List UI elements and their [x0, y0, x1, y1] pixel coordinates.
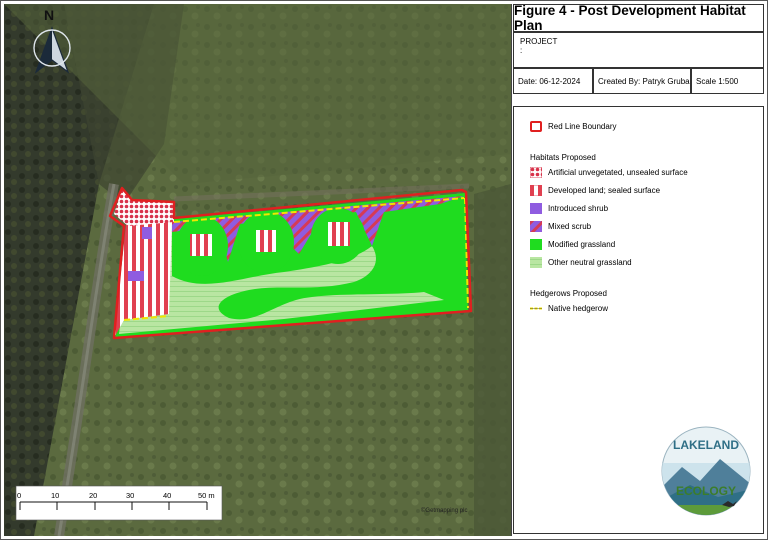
modified-grassland-swatch: [530, 239, 542, 250]
neutral-grassland-swatch: [530, 257, 542, 268]
legend-label: Modified grassland: [548, 240, 616, 249]
scale-tick-0: 0: [17, 491, 21, 500]
legend-item-mixed-scrub: Mixed scrub: [530, 221, 591, 232]
developed-swatch: [530, 185, 542, 196]
introduced-shrub-patch-1: [142, 227, 152, 239]
legend-item-boundary: Red Line Boundary: [530, 121, 617, 132]
created-by-field: Created By: Patryk Gruba: [593, 68, 691, 94]
introduced-shrub-swatch: [530, 203, 542, 214]
lakeland-ecology-logo: LAKELAND ECOLOGY: [661, 426, 751, 516]
map-view[interactable]: 0 10 20 30 40 50 m N ©Getmapping plc: [4, 4, 512, 536]
scale-tick-40: 40: [163, 491, 171, 500]
logo-bottom-text: ECOLOGY: [676, 484, 736, 498]
figure-frame: 0 10 20 30 40 50 m N ©Getmapping plc Fig…: [0, 0, 768, 540]
date-field: Date: 06-12-2024: [513, 68, 593, 94]
figure-title: Figure 4 - Post Development Habitat Plan: [513, 3, 764, 33]
boundary-swatch: [530, 121, 542, 132]
introduced-shrub-patch-2: [128, 271, 144, 281]
hedgerows-heading: Hedgerows Proposed: [530, 289, 607, 298]
project-value: :: [520, 46, 523, 55]
scale-tick-30: 30: [126, 491, 134, 500]
legend-item-artificial: Artificial unvegetated, unsealed surface: [530, 167, 688, 178]
north-label: N: [44, 7, 55, 23]
logo-top-text: LAKELAND: [673, 438, 739, 452]
scale-bar: 0 10 20 30 40 50 m: [15, 485, 223, 521]
scale-tick-10: 10: [51, 491, 59, 500]
legend-label: Native hedgerow: [548, 304, 609, 313]
legend-item-introduced-shrub: Introduced shrub: [530, 203, 608, 214]
legend-item-developed: Developed land; sealed surface: [530, 185, 660, 196]
project-label: PROJECT: [520, 37, 558, 46]
scale-field: Scale 1:500: [691, 68, 764, 94]
hedgerow-swatch: [530, 307, 542, 310]
legend-item-neutral-grassland: Other neutral grassland: [530, 257, 632, 268]
legend-item-modified-grassland: Modified grassland: [530, 239, 615, 250]
habitats-heading: Habitats Proposed: [530, 153, 596, 162]
legend-label: Red Line Boundary: [548, 122, 617, 131]
project-box: PROJECT :: [513, 32, 764, 68]
scale-tick-50: 50 m: [198, 491, 215, 500]
copyright-text: ©Getmapping plc: [421, 508, 468, 514]
legend-label: Developed land; sealed surface: [548, 186, 661, 195]
info-panel: Figure 4 - Post Development Habitat Plan…: [513, 3, 764, 536]
legend-label: Mixed scrub: [548, 222, 592, 231]
legend: Red Line Boundary Habitats Proposed Arti…: [513, 106, 764, 534]
mixed-scrub-swatch: [530, 221, 542, 232]
legend-label: Introduced shrub: [548, 204, 609, 213]
scale-tick-20: 20: [89, 491, 97, 500]
legend-item-native-hedgerow: Native hedgerow: [530, 303, 608, 314]
artificial-swatch: [530, 167, 542, 178]
legend-label: Other neutral grassland: [548, 258, 632, 267]
map-canvas: 0 10 20 30 40 50 m: [4, 4, 511, 536]
legend-label: Artificial unvegetated, unsealed surface: [548, 168, 688, 177]
